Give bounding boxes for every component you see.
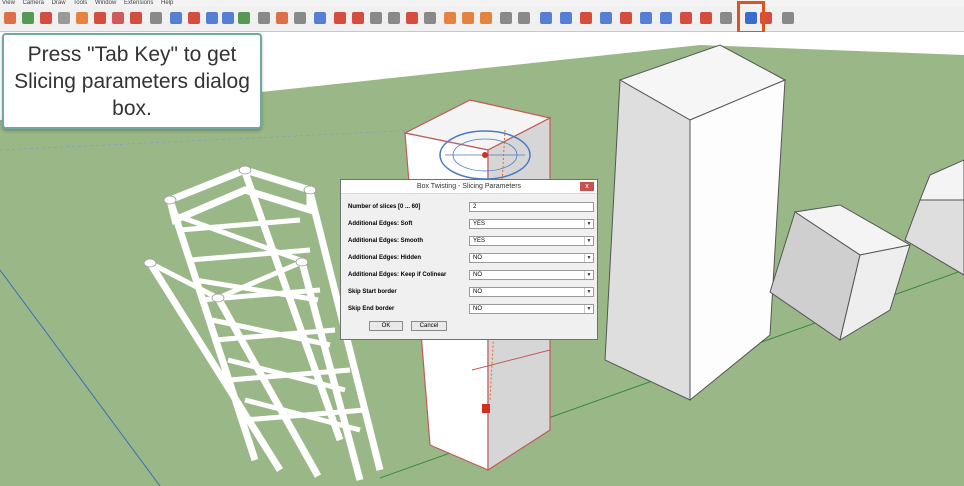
toolbar-tool-icon[interactable] <box>170 12 182 24</box>
field-value: 2 <box>473 204 477 210</box>
row-label: Additional Edges: Smooth <box>348 238 423 244</box>
toolbar-tool-icon[interactable] <box>206 12 218 24</box>
toolbar-tool-icon[interactable] <box>424 12 436 24</box>
edges-smooth-select[interactable]: YES ▼ <box>469 236 594 246</box>
toolbar-tool-icon[interactable] <box>40 12 52 24</box>
chevron-down-icon: ▼ <box>584 254 593 262</box>
edges-hidden-select[interactable]: NO ▼ <box>469 253 594 263</box>
skip-end-select[interactable]: NO ▼ <box>469 304 594 314</box>
toolbar-tool-icon[interactable] <box>580 12 592 24</box>
toolbar-tool-icon[interactable] <box>700 12 712 24</box>
toolbar-tool-icon[interactable] <box>720 12 732 24</box>
toolbar-tool-icon[interactable] <box>388 12 400 24</box>
toolbar-tool-icon[interactable] <box>222 12 234 24</box>
toolbar-tool-icon[interactable] <box>560 12 572 24</box>
callout-text: Press "Tab Key" to get Slicing parameter… <box>14 42 250 120</box>
dialog-title: Box Twisting - Slicing Parameters x <box>341 180 597 194</box>
toolbar-tool-icon[interactable] <box>370 12 382 24</box>
toolbar-tool-icon[interactable] <box>238 12 250 24</box>
toolbar-tool-icon[interactable] <box>314 12 326 24</box>
toolbar-tool-icon[interactable] <box>58 12 70 24</box>
toolbar-tool-icon[interactable] <box>4 12 16 24</box>
row-edges-hidden: Additional Edges: Hidden NO ▼ <box>348 253 594 264</box>
toolbar-tool-icon[interactable] <box>406 12 418 24</box>
number-of-slices-input[interactable]: 2 <box>469 202 594 212</box>
row-skip-start: Skip Start border NO ▼ <box>348 287 594 298</box>
chevron-down-icon: ▼ <box>584 305 593 313</box>
toolbar-tool-icon[interactable] <box>22 12 34 24</box>
row-edges-smooth: Additional Edges: Smooth YES ▼ <box>348 236 594 247</box>
row-label: Skip Start border <box>348 289 397 295</box>
dialog-title-text: Box Twisting - Slicing Parameters <box>416 183 522 190</box>
toolbar-tool-icon[interactable] <box>150 12 162 24</box>
chevron-down-icon: ▼ <box>584 237 593 245</box>
toolbar-tool-icon[interactable] <box>500 12 512 24</box>
field-value: NO <box>473 306 482 312</box>
toolbar-tool-icon[interactable] <box>352 12 364 24</box>
toolbar-tool-icon[interactable] <box>782 12 794 24</box>
toolbar-tool-icon[interactable] <box>76 12 88 24</box>
skip-start-select[interactable]: NO ▼ <box>469 287 594 297</box>
row-number-of-slices: Number of slices [0 ... 60] 2 <box>348 202 594 213</box>
toolbar-tool-icon[interactable] <box>258 12 270 24</box>
row-label: Additional Edges: Hidden <box>348 255 421 261</box>
field-value: YES <box>473 221 486 227</box>
close-button[interactable]: x <box>580 182 594 191</box>
menu-window[interactable]: Window <box>95 0 116 6</box>
toolbar-tool-icon[interactable] <box>188 12 200 24</box>
toolbar-tool-icon[interactable] <box>462 12 474 24</box>
toolbar-tool-icon[interactable] <box>518 12 530 24</box>
ok-button[interactable]: OK <box>369 321 403 331</box>
row-label: Number of slices [0 ... 60] <box>348 204 421 210</box>
toolbar-tool-icon[interactable] <box>600 12 612 24</box>
menu-view[interactable]: View <box>2 0 15 6</box>
toolbar-tool-icon[interactable] <box>680 12 692 24</box>
toolbar-tool-icon[interactable] <box>540 12 552 24</box>
menu-draw[interactable]: Draw <box>52 0 66 6</box>
toolbar-tool-icon[interactable] <box>276 12 288 24</box>
instruction-callout: Press "Tab Key" to get Slicing parameter… <box>2 33 262 129</box>
edges-soft-select[interactable]: YES ▼ <box>469 219 594 229</box>
row-edges-soft: Additional Edges: Soft YES ▼ <box>348 219 594 230</box>
toolbar <box>0 7 964 32</box>
cancel-button[interactable]: Cancel <box>411 321 447 331</box>
row-label: Skip End border <box>348 306 395 312</box>
toolbar-tool-icon[interactable] <box>112 12 124 24</box>
toolbar-tool-icon[interactable] <box>334 12 346 24</box>
field-value: NO <box>473 272 482 278</box>
toolbar-tool-icon[interactable] <box>620 12 632 24</box>
row-label: Additional Edges: Soft <box>348 221 413 227</box>
toolbar-tool-icon[interactable] <box>660 12 672 24</box>
menu-tools[interactable]: Tools <box>73 0 87 6</box>
field-value: NO <box>473 289 482 295</box>
menu-help[interactable]: Help <box>161 0 173 6</box>
edges-colinear-select[interactable]: NO ▼ <box>469 270 594 280</box>
row-skip-end: Skip End border NO ▼ <box>348 304 594 315</box>
slicing-parameters-dialog: Box Twisting - Slicing Parameters x Numb… <box>340 179 598 340</box>
menu-extensions[interactable]: Extensions <box>124 0 153 6</box>
menu-bar: View Camera Draw Tools Window Extensions… <box>0 0 964 7</box>
menu-camera[interactable]: Camera <box>23 0 44 6</box>
chevron-down-icon: ▼ <box>584 271 593 279</box>
toolbar-tool-icon[interactable] <box>130 12 142 24</box>
chevron-down-icon: ▼ <box>584 220 593 228</box>
toolbar-tool-icon[interactable] <box>640 12 652 24</box>
toolbar-tool-icon[interactable] <box>480 12 492 24</box>
chevron-down-icon: ▼ <box>584 288 593 296</box>
field-value: YES <box>473 238 486 244</box>
toolbar-tool-icon[interactable] <box>294 12 306 24</box>
row-label: Additional Edges: Keep if Colinear <box>348 272 447 278</box>
toolbar-tool-icon[interactable] <box>94 12 106 24</box>
vertex-marker <box>482 404 490 413</box>
highlighted-tool-box <box>737 1 765 34</box>
field-value: NO <box>473 255 482 261</box>
toolbar-tool-icon[interactable] <box>444 12 456 24</box>
row-edges-colinear: Additional Edges: Keep if Colinear NO ▼ <box>348 270 594 281</box>
